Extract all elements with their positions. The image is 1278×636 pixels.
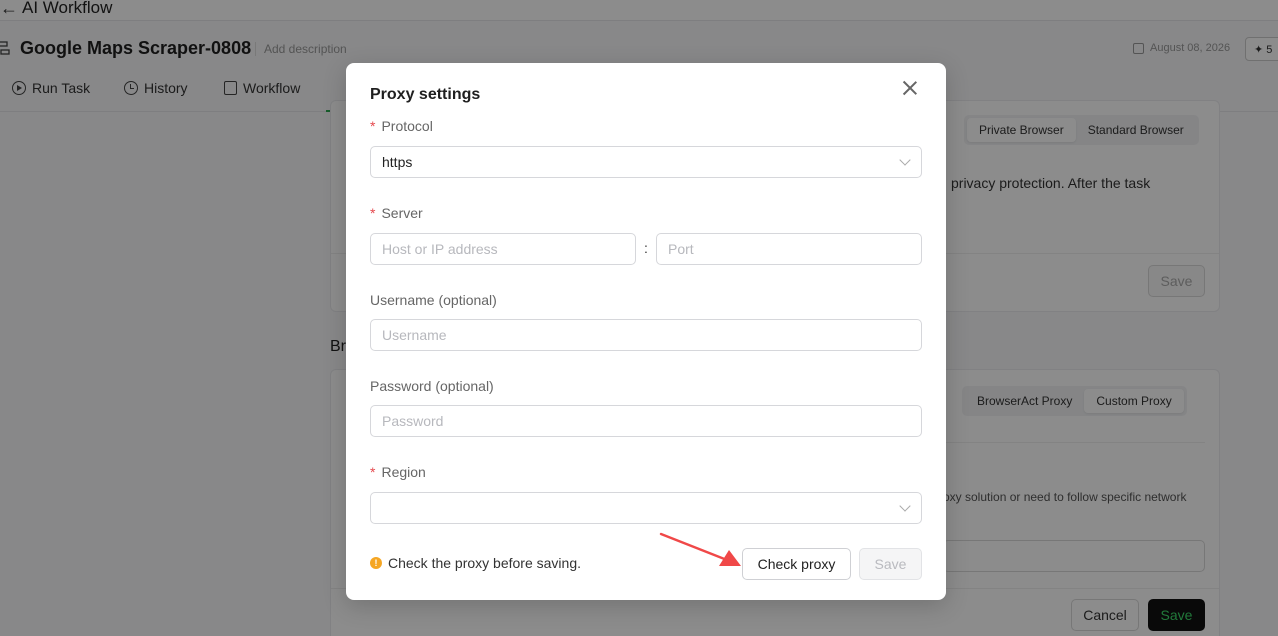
host-input[interactable] <box>382 241 624 257</box>
password-label: Password (optional) <box>370 378 494 394</box>
close-icon[interactable] <box>901 79 919 97</box>
chevron-down-icon <box>899 500 911 512</box>
port-input[interactable] <box>668 241 910 257</box>
protocol-select[interactable]: https <box>370 146 922 178</box>
protocol-label: * Protocol <box>370 118 433 134</box>
save-button-disabled[interactable]: Save <box>859 548 922 580</box>
label-text: Server <box>381 205 423 221</box>
chevron-down-icon <box>899 154 911 166</box>
server-label: * Server <box>370 205 423 221</box>
host-field[interactable] <box>370 233 636 265</box>
check-proxy-button[interactable]: Check proxy <box>742 548 851 580</box>
proxy-warning: ! Check the proxy before saving. <box>370 555 581 571</box>
region-select[interactable] <box>370 492 922 524</box>
warning-text: Check the proxy before saving. <box>388 555 581 571</box>
label-text: Region <box>381 464 426 480</box>
proxy-settings-dialog: Proxy settings * Protocol https * Server :… <box>346 63 946 600</box>
label-text: Protocol <box>381 118 433 134</box>
username-field[interactable] <box>370 319 922 351</box>
required-marker: * <box>370 464 376 480</box>
protocol-value: https <box>382 154 413 170</box>
port-field[interactable] <box>656 233 922 265</box>
username-label: Username (optional) <box>370 292 497 308</box>
warning-icon: ! <box>370 557 382 569</box>
host-port-separator: : <box>644 240 648 256</box>
required-marker: * <box>370 118 376 134</box>
password-field[interactable] <box>370 405 922 437</box>
annotation-arrow-icon <box>659 532 741 566</box>
username-input[interactable] <box>382 327 910 343</box>
dialog-title: Proxy settings <box>370 86 481 103</box>
region-label: * Region <box>370 464 426 480</box>
required-marker: * <box>370 205 376 221</box>
password-input[interactable] <box>382 413 910 429</box>
